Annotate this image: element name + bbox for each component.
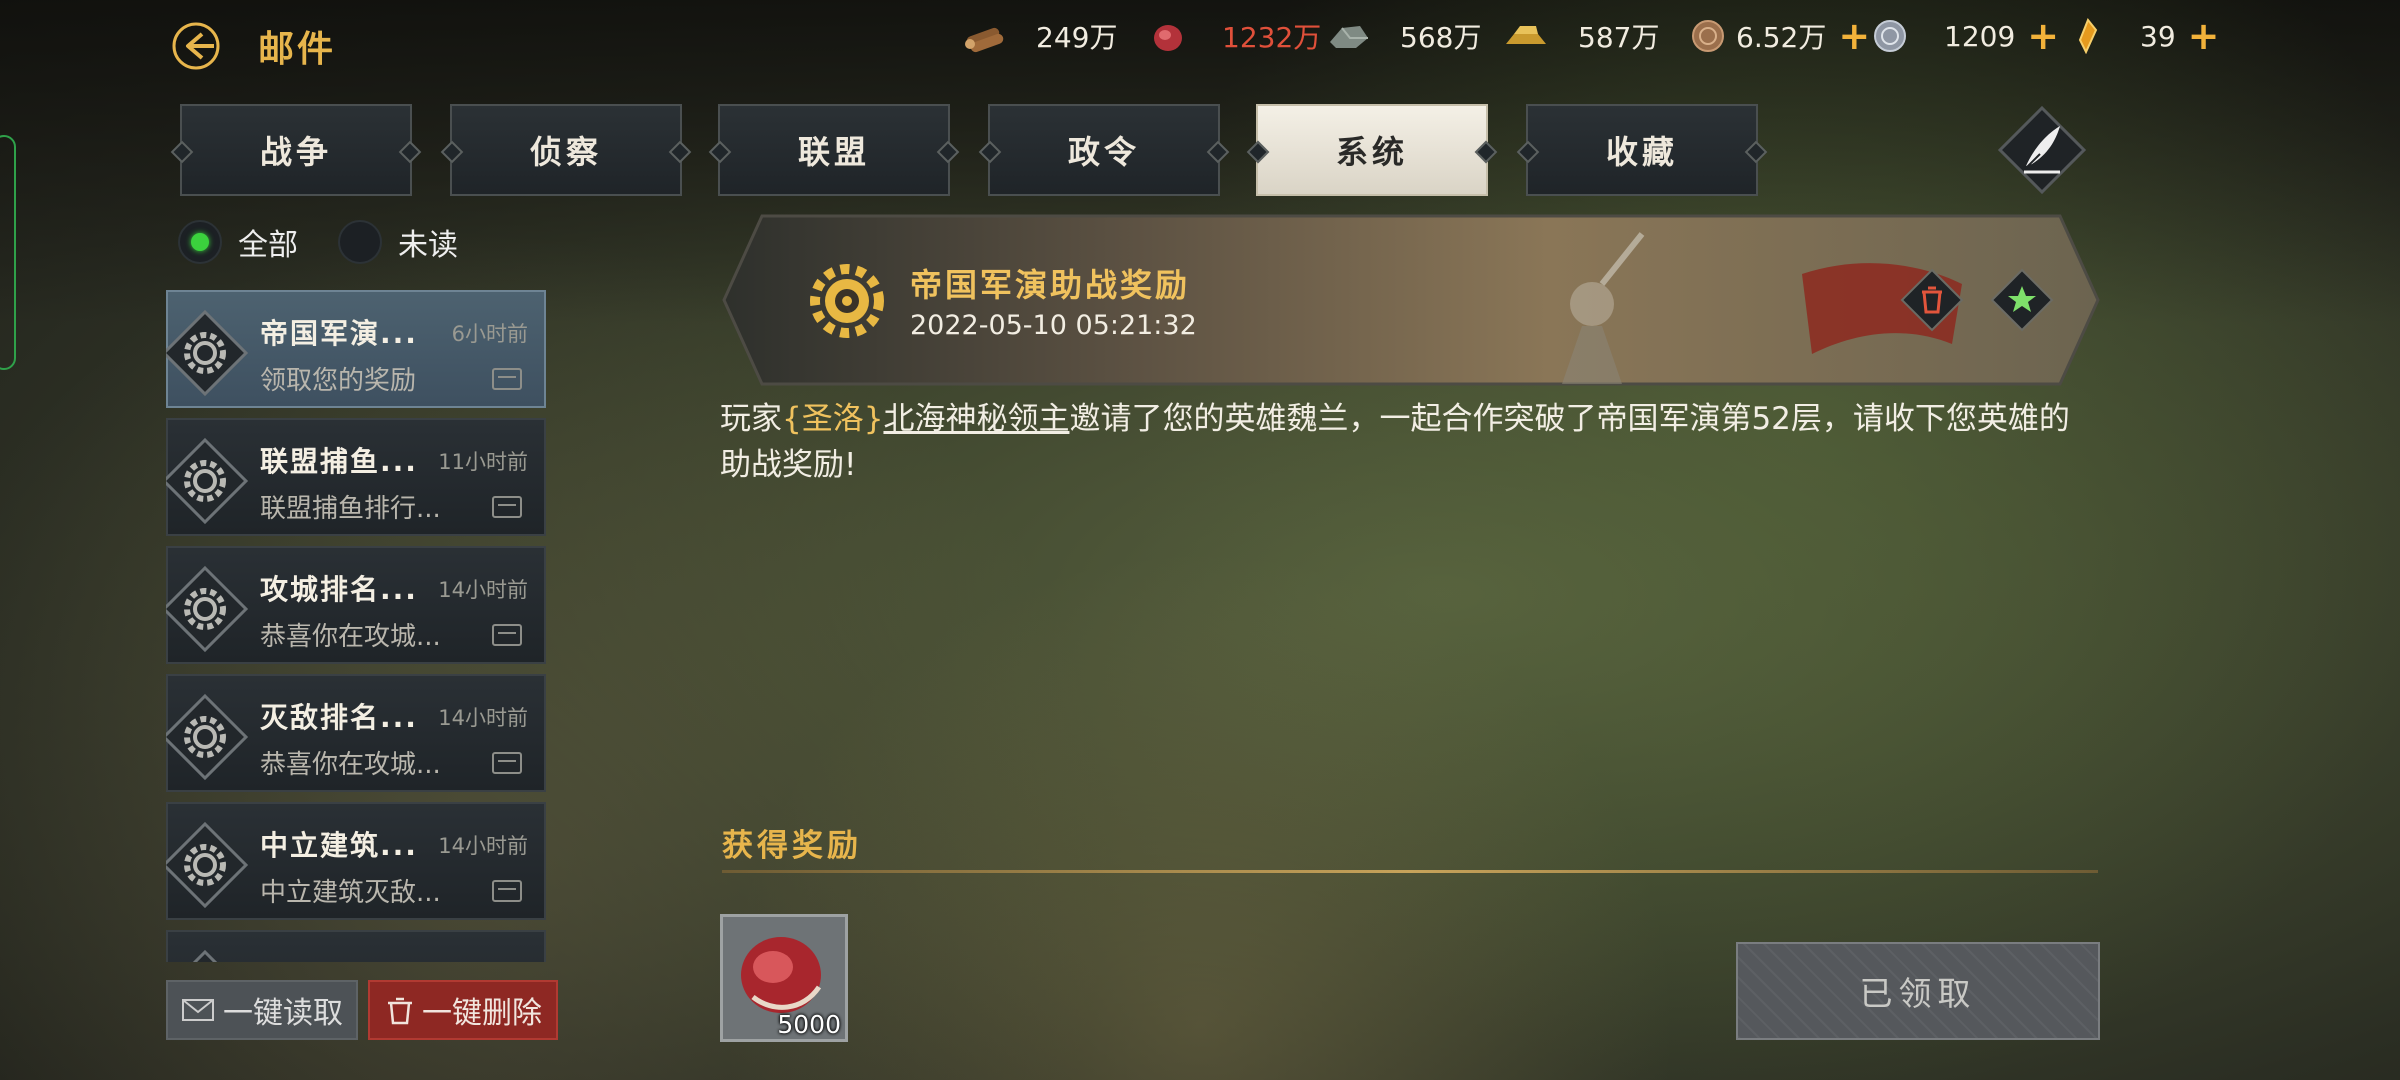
wood-icon (965, 27, 1004, 53)
delete-all-label: 一键删除 (422, 996, 542, 1031)
resource-gold: 587万 (1504, 16, 1659, 56)
read-all-label: 一键读取 (223, 996, 343, 1031)
system-gear-icon (166, 821, 249, 909)
mail-title: 攻城排名... (260, 573, 418, 606)
mail-time: 14小时前 (438, 578, 528, 602)
add-copper-button[interactable]: + (1838, 17, 1870, 55)
compose-button[interactable] (1996, 104, 2088, 196)
delete-all-button[interactable]: 一键删除 (368, 980, 558, 1040)
side-drawer-handle[interactable] (0, 135, 16, 370)
tab-system[interactable]: 系统 (1256, 104, 1488, 196)
system-gear-icon (810, 264, 884, 338)
tab-decree[interactable]: 政令 (988, 104, 1220, 196)
trash-icon (1900, 268, 1964, 332)
filter-all-radio[interactable]: 全部 (178, 220, 298, 264)
back-button[interactable] (168, 18, 224, 74)
tab-alliance[interactable]: 联盟 (718, 104, 950, 196)
tab-war[interactable]: 战争 (180, 104, 412, 196)
read-all-button[interactable]: 一键读取 (166, 980, 358, 1040)
meat-icon (1154, 25, 1182, 51)
tab-favorites[interactable]: 收藏 (1526, 104, 1758, 196)
mail-item[interactable]: 联盟捕鱼... 11小时前 联盟捕鱼排行... (166, 418, 546, 536)
add-silver-button[interactable]: + (2027, 17, 2059, 55)
delete-mail-button[interactable] (1900, 268, 1964, 332)
mail-item[interactable]: 灭敌排名... 14小时前 恭喜你在攻城... (166, 674, 546, 792)
add-crystal-button[interactable]: + (2188, 17, 2220, 55)
mail-item[interactable]: 攻城排名... 14小时前 恭喜你在攻城... (166, 546, 546, 664)
reward-count: 5000 (777, 1010, 841, 1039)
mail-title: 帝国军演... (260, 317, 418, 350)
mail-preview: 联盟捕鱼排行... (260, 494, 441, 524)
gold-bar-icon (1506, 26, 1546, 44)
mail-time: 6小时前 (451, 322, 528, 346)
radio-selected-indicator (191, 233, 209, 251)
mail-body: 玩家{圣洛}北海神秘领主邀请了您的英雄魏兰，一起合作突破了帝国军演第52层，请收… (720, 396, 2090, 488)
mail-time: 14小时前 (438, 706, 528, 730)
stone-icon (1330, 26, 1368, 48)
top-bar: 邮件 249万 1232万 568万 587万 6.52万 + 1209 + 3… (0, 0, 2400, 80)
player-name-link[interactable]: 北海神秘领主 (883, 401, 1069, 437)
radio-dot (178, 220, 222, 264)
system-gear-icon (166, 309, 249, 397)
star-icon (1990, 268, 2054, 332)
resource-copper: 6.52万 + (1688, 16, 1870, 56)
radio-dot (338, 220, 382, 264)
claimed-button[interactable]: 已领取 (1736, 942, 2100, 1040)
crystal-icon (2078, 18, 2098, 54)
system-gear-icon (192, 949, 218, 962)
envelope-icon (182, 999, 214, 1021)
mail-attachment-icon (492, 496, 522, 518)
mail-attachment-icon (492, 624, 522, 646)
reward-title: 获得奖励 (722, 828, 862, 864)
mail-item[interactable]: 帝国军演... 6小时前 领取您的奖励 (166, 290, 546, 408)
system-gear-icon (166, 565, 249, 653)
resource-value: 568万 (1400, 21, 1482, 54)
trash-icon (388, 997, 412, 1025)
mail-time: 14小时前 (438, 834, 528, 858)
alliance-tag: {圣洛} (782, 401, 884, 437)
resource-value: 587万 (1578, 21, 1660, 54)
resource-stone: 568万 (1326, 16, 1481, 56)
resource-value: 1232万 (1222, 21, 1322, 54)
mail-title: 灭敌排名... (260, 701, 418, 734)
copper-coin-icon (1692, 20, 1724, 52)
mail-attachment-icon (492, 368, 522, 390)
quill-icon (1997, 105, 2087, 195)
mail-detail-title: 帝国军演助战奖励 (910, 266, 1191, 304)
mail-attachment-icon (492, 752, 522, 774)
resource-value: 1209 (1944, 19, 2016, 53)
mail-list[interactable]: 帝国军演... 6小时前 领取您的奖励 联盟捕鱼... 11小时前 联盟捕鱼排行… (166, 290, 548, 962)
mail-preview: 恭喜你在攻城... (260, 622, 441, 652)
filter-all-label: 全部 (238, 228, 298, 263)
mail-detail-date: 2022-05-10 05:21:32 (910, 310, 1197, 341)
mail-title: 联盟捕鱼... (260, 445, 418, 478)
mail-attachment-icon (492, 880, 522, 902)
body-prefix: 玩家 (720, 401, 782, 437)
filter-unread-radio[interactable]: 未读 (338, 220, 458, 264)
tab-scout[interactable]: 侦察 (450, 104, 682, 196)
favorite-mail-button[interactable] (1990, 268, 2054, 332)
mail-preview: 恭喜你在攻城... (260, 750, 441, 780)
mail-title: 中立建筑... (260, 829, 418, 862)
mail-time: 11小时前 (438, 450, 528, 474)
resource-silver: 1209 + (1870, 16, 2059, 56)
system-gear-icon (166, 437, 249, 525)
mail-preview: 中立建筑灭敌... (260, 878, 441, 908)
reward-divider (722, 870, 2098, 873)
resource-value: 39 (2140, 19, 2176, 53)
resource-meat: 1232万 (1148, 16, 1321, 56)
page-title: 邮件 (258, 29, 337, 70)
system-gear-icon (166, 693, 249, 781)
mail-preview: 领取您的奖励 (260, 366, 417, 396)
resource-value: 249万 (1036, 21, 1118, 54)
filter-unread-label: 未读 (398, 228, 458, 263)
resource-wood: 249万 (962, 16, 1117, 56)
mail-item[interactable] (166, 930, 546, 962)
reward-item[interactable]: 5000 (720, 914, 848, 1042)
silver-coin-icon (1874, 20, 1906, 52)
back-arrow-icon (172, 22, 220, 70)
resource-value: 6.52万 (1736, 21, 1827, 54)
mail-item[interactable]: 中立建筑... 14小时前 中立建筑灭敌... (166, 802, 546, 920)
resource-crystal: 39 + (2066, 16, 2219, 56)
